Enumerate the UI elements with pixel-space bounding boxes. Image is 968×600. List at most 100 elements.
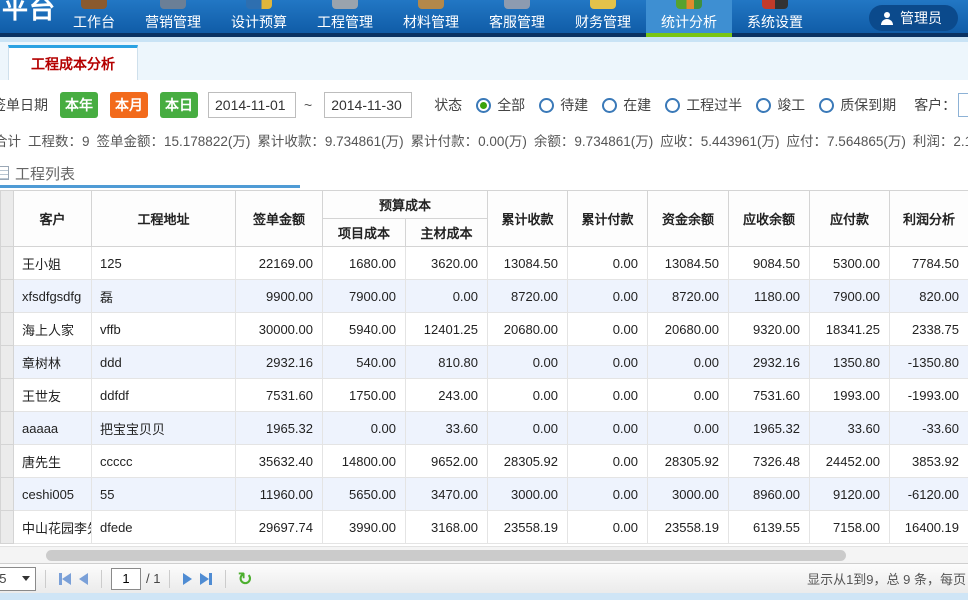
materials-icon	[418, 0, 444, 9]
date-from-input[interactable]	[208, 92, 296, 118]
cell: 0.00	[648, 412, 729, 445]
divider	[45, 570, 46, 588]
cell: 唐先生	[14, 445, 92, 478]
row-spacer	[1, 379, 14, 412]
cell: 3620.00	[406, 247, 488, 280]
cell: 0.00	[568, 478, 648, 511]
workbench-icon	[81, 0, 107, 9]
nav-item-workbench[interactable]: 工作台	[58, 0, 130, 37]
prev-page-button[interactable]	[79, 573, 88, 585]
summary-item-value: 5.443961(万)	[701, 134, 780, 149]
cell: 王小姐	[14, 247, 92, 280]
filter-bar: 签单日期 本年本月本日 ~ 状态 全部待建在建工程过半竣工质保到期 客户： 查 …	[0, 88, 968, 122]
nav-item-marketing[interactable]: 营销管理	[130, 0, 216, 37]
nav-item-settings[interactable]: 系统设置	[732, 0, 818, 37]
nav-item-finance[interactable]: 财务管理	[560, 0, 646, 37]
nav-item-design-budget[interactable]: 设计预算	[216, 0, 302, 37]
cell: 9084.50	[729, 247, 810, 280]
radio-icon	[665, 98, 680, 113]
cell: 7784.50	[890, 247, 968, 280]
summary-item-label: 应付	[787, 134, 828, 149]
nav-item-project-management[interactable]: 工程管理	[302, 0, 388, 37]
quick-range-button-2[interactable]: 本月	[110, 92, 148, 118]
summary-item-label: 利润	[913, 134, 954, 149]
scrollbar-thumb[interactable]	[46, 550, 846, 561]
first-page-button[interactable]	[59, 573, 71, 585]
status-radio-option[interactable]: 全部	[476, 95, 525, 115]
cell: 5940.00	[323, 313, 406, 346]
cell: 7900.00	[323, 280, 406, 313]
nav-item-materials[interactable]: 材料管理	[388, 0, 474, 37]
row-spacer	[1, 247, 14, 280]
cell: 7531.60	[236, 379, 323, 412]
status-radio-option[interactable]: 质保到期	[819, 95, 896, 115]
cell: 0.00	[648, 346, 729, 379]
customer-input[interactable]	[958, 93, 968, 117]
page-number-input[interactable]	[111, 568, 141, 590]
page-size-select[interactable]: 15	[0, 567, 36, 591]
cell: 1350.80	[810, 346, 890, 379]
nav-item-customer-service[interactable]: 客服管理	[474, 0, 560, 37]
status-radio-option[interactable]: 在建	[602, 95, 651, 115]
summary-item: 余额9.734861(万)	[534, 134, 653, 149]
cell: 13084.50	[648, 247, 729, 280]
status-filter-label: 状态	[434, 95, 462, 115]
cell: 0.00	[568, 346, 648, 379]
table-row[interactable]: aaaaa把宝宝贝贝1965.320.0033.600.000.000.0019…	[1, 412, 968, 445]
last-page-button[interactable]	[200, 573, 212, 585]
cell: 9652.00	[406, 445, 488, 478]
column-header: 客户	[14, 191, 92, 247]
table-row[interactable]: 章树林ddd2932.16540.00810.800.000.000.00293…	[1, 346, 968, 379]
logo-text: 平台	[2, 0, 56, 26]
cell: 23558.19	[648, 511, 729, 544]
quick-range-button-1[interactable]: 本年	[60, 92, 98, 118]
next-page-button[interactable]	[183, 573, 192, 585]
table-row[interactable]: 海上人家vffb30000.005940.0012401.2520680.000…	[1, 313, 968, 346]
summary-item-label: 余额	[534, 134, 575, 149]
tab-project-list[interactable]: 工程列表	[0, 159, 968, 187]
horizontal-scrollbar[interactable]	[0, 546, 968, 563]
status-radio-option[interactable]: 工程过半	[665, 95, 742, 115]
radio-icon	[476, 98, 491, 113]
table-row[interactable]: xfsdfgsdfg磊9900.007900.000.008720.000.00…	[1, 280, 968, 313]
cell: 1993.00	[810, 379, 890, 412]
cell: 1750.00	[323, 379, 406, 412]
cell: xfsdfgsdfg	[14, 280, 92, 313]
cell: 24452.00	[810, 445, 890, 478]
customer-service-icon	[504, 0, 530, 9]
nav-item-label: 工程管理	[317, 12, 373, 32]
user-menu-button[interactable]: 管理员	[869, 5, 958, 31]
table-row[interactable]: ceshi0055511960.005650.003470.003000.000…	[1, 478, 968, 511]
summary-item-label: 工程数	[28, 134, 82, 149]
cell: 30000.00	[236, 313, 323, 346]
user-menu-label: 管理员	[900, 8, 942, 28]
cell: ddfdf	[92, 379, 236, 412]
tab-project-cost-analysis[interactable]: 工程成本分析	[8, 45, 138, 80]
date-to-input[interactable]	[324, 92, 412, 118]
summary-item: 利润2.16999	[913, 134, 968, 149]
status-option-label: 工程过半	[686, 95, 742, 115]
cell: aaaaa	[14, 412, 92, 445]
status-option-label: 质保到期	[840, 95, 896, 115]
status-option-label: 竣工	[777, 95, 805, 115]
table-row[interactable]: 中山花园李先dfede29697.743990.003168.0023558.1…	[1, 511, 968, 544]
table-row[interactable]: 王小姐12522169.001680.003620.0013084.500.00…	[1, 247, 968, 280]
quick-range-button-3[interactable]: 本日	[160, 92, 198, 118]
radio-icon	[539, 98, 554, 113]
top-nav: 平台 工作台营销管理设计预算工程管理材料管理客服管理财务管理统计分析系统设置 管…	[0, 0, 968, 37]
table-row[interactable]: 王世友ddfdf7531.601750.00243.000.000.000.00…	[1, 379, 968, 412]
summary-item-value: 15.178822(万)	[164, 134, 250, 149]
radio-icon	[819, 98, 834, 113]
table-row[interactable]: 唐先生ccccc35632.4014800.009652.0028305.920…	[1, 445, 968, 478]
status-radio-option[interactable]: 竣工	[756, 95, 805, 115]
nav-item-statistics[interactable]: 统计分析	[646, 0, 732, 37]
row-spacer	[1, 511, 14, 544]
cell: 0.00	[568, 445, 648, 478]
refresh-icon[interactable]: ↻	[237, 570, 252, 588]
status-radio-option[interactable]: 待建	[539, 95, 588, 115]
column-header: 应收余额	[729, 191, 810, 247]
logo: 平台	[0, 0, 58, 37]
cell: 8720.00	[488, 280, 568, 313]
nav-item-label: 工作台	[73, 12, 115, 32]
page-size-value: 15	[0, 571, 6, 586]
